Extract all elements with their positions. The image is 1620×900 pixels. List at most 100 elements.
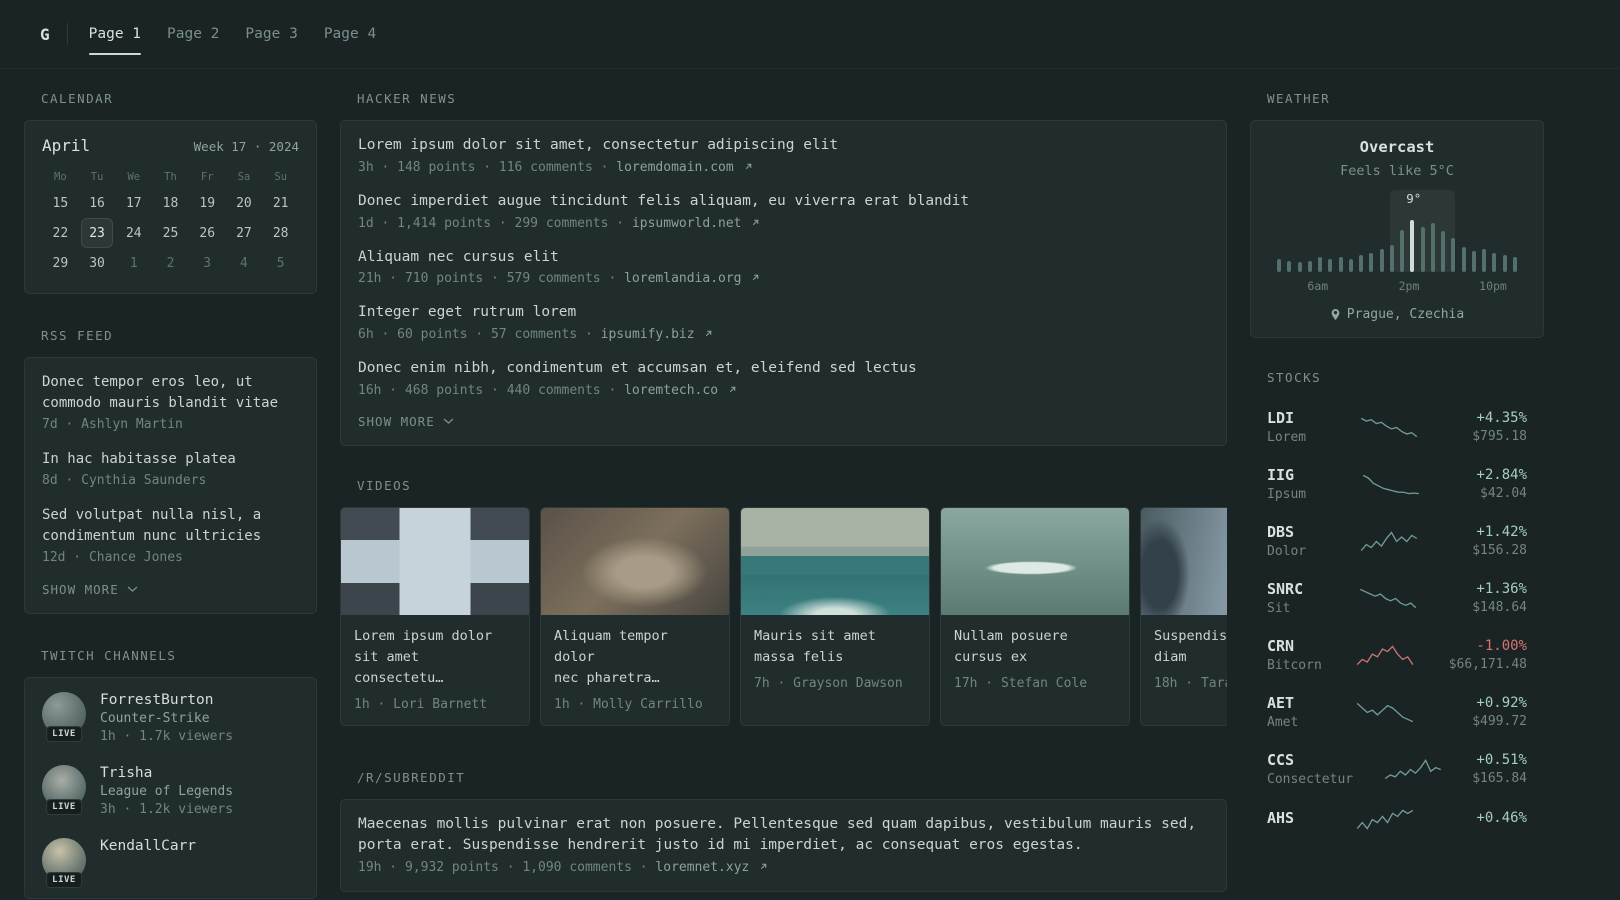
rss-item: Donec tempor eros leo, ut commodo mauris… <box>42 372 299 432</box>
video-thumbnail[interactable] <box>541 507 729 615</box>
channel-game[interactable]: Counter-Strike <box>100 711 233 726</box>
video-body: Aliquam tempor dolor nec pharetra… 1h · … <box>541 615 729 725</box>
page-tab[interactable]: Page 3 <box>245 26 297 42</box>
twitch-channel-row[interactable]: LIVE KendallCarr <box>42 838 299 888</box>
twitch-channel-row[interactable]: LIVE ForrestBurton Counter-Strike 1h · 1… <box>42 692 299 744</box>
weather-location: Prague, Czechia <box>1267 307 1527 322</box>
video-card[interactable]: Mauris sit amet massa felis 7h · Grayson… <box>740 506 930 726</box>
video-card[interactable]: Nullam posuere cursus ex 17h · Stefan Co… <box>940 506 1130 726</box>
page-tab[interactable]: Page 4 <box>324 26 376 42</box>
channel-avatar: LIVE <box>42 765 86 815</box>
calendar-day: 16 <box>89 195 105 211</box>
weather-bar <box>1369 253 1374 272</box>
video-card[interactable]: Aliquam tempor dolor nec pharetra… 1h · … <box>540 506 730 726</box>
stock-row[interactable]: SNRC Sit +1.36% $148.64 <box>1250 570 1544 627</box>
video-thumbnail[interactable] <box>1141 507 1227 615</box>
video-title[interactable]: Nullam posuere cursus ex <box>954 626 1116 668</box>
rss-item-meta: 8d · Cynthia Saunders <box>42 473 207 488</box>
stock-ticker[interactable]: SNRC <box>1267 580 1303 598</box>
left-column: CALENDAR April Week 17 · 2024 Mo Tu We Th Fr… <box>24 91 317 899</box>
calendar-days-grid: 15 16 17 18 19 20 21 22 23 24 25 26 27 28 29 30 1 2 3 4 5 <box>42 189 299 277</box>
video-title[interactable]: Suspendis diam <box>1154 626 1227 668</box>
hackernews-section-title: HACKER NEWS <box>357 91 457 106</box>
video-meta: 1h · Lori Barnett <box>354 696 488 712</box>
live-badge: LIVE <box>46 872 82 888</box>
axis-label-6am: 6am <box>1307 279 1329 293</box>
stock-name: Sit <box>1267 601 1291 616</box>
stock-row[interactable]: CRN Bitcorn -1.00% $66,171.48 <box>1250 627 1544 684</box>
rss-item-title[interactable]: Sed volutpat nulla nisl, a condimentum n… <box>42 505 299 547</box>
rss-show-more-button[interactable]: SHOW MORE <box>42 582 138 597</box>
stock-row[interactable]: AET Amet +0.92% $499.72 <box>1250 684 1544 741</box>
stock-row[interactable]: AHS +0.46% <box>1250 798 1544 842</box>
video-title[interactable]: Aliquam tempor dolor nec pharetra… <box>554 626 716 689</box>
page-tab[interactable]: Page 1 <box>88 26 142 55</box>
video-thumbnail[interactable] <box>741 507 929 615</box>
subreddit-post-title[interactable]: Maecenas mollis pulvinar erat non posuer… <box>358 814 1209 858</box>
calendar-day: 27 <box>236 225 252 241</box>
hn-item-domain[interactable]: loremdomain.com <box>616 160 733 175</box>
hn-item-title[interactable]: Aliquam nec cursus elit <box>358 247 1209 269</box>
stock-ticker[interactable]: LDI <box>1267 409 1306 427</box>
hackernews-show-more-button[interactable]: SHOW MORE <box>358 414 454 429</box>
hn-item-title[interactable]: Donec enim nibh, condimentum et accumsan… <box>358 358 1209 380</box>
hn-item-title[interactable]: Donec imperdiet augue tincidunt felis al… <box>358 191 1209 213</box>
video-card[interactable]: Lorem ipsum dolor sit amet consectetu… 1… <box>340 506 530 726</box>
hn-item-stats: 16h · 468 points · 440 comments · <box>358 382 617 398</box>
stock-identity: LDI Lorem <box>1267 409 1306 445</box>
stock-ticker[interactable]: CRN <box>1267 637 1322 655</box>
stock-ticker[interactable]: AHS <box>1267 809 1294 827</box>
calendar-day: 28 <box>272 225 289 241</box>
video-body: Mauris sit amet massa felis 7h · Grayson… <box>741 615 929 704</box>
stock-row[interactable]: CCS Consectetur +0.51% $165.84 <box>1250 741 1544 798</box>
weather-bars <box>1277 216 1517 272</box>
stock-change: +0.46% <box>1476 810 1527 826</box>
video-title[interactable]: Mauris sit amet massa felis <box>754 626 916 668</box>
header-divider <box>66 23 68 45</box>
weather-bar <box>1307 261 1312 272</box>
calendar-weekday-row: Mo Tu We Th Fr Sa Su <box>42 165 299 189</box>
subreddit-post: Maecenas mollis pulvinar erat non posuer… <box>358 814 1209 876</box>
external-link-icon <box>706 330 712 337</box>
hn-item-domain[interactable]: loremlandia.org <box>624 271 741 286</box>
stock-price: $499.72 <box>1472 714 1527 729</box>
weather-bar <box>1277 259 1281 272</box>
video-card[interactable]: Suspendis diam 18h · Tara <box>1140 506 1227 726</box>
stock-row[interactable]: IIG Ipsum +2.84% $42.04 <box>1250 456 1544 513</box>
calendar-day: 29 <box>52 255 69 271</box>
stock-ticker[interactable]: IIG <box>1267 466 1306 484</box>
calendar-day: 15 <box>52 195 69 211</box>
twitch-channel-row[interactable]: LIVE Trisha League of Legends 3h · 1.2k … <box>42 765 299 817</box>
stock-identity: SNRC Sit <box>1267 580 1303 616</box>
rss-item-title[interactable]: Donec tempor eros leo, ut commodo mauris… <box>42 372 299 414</box>
external-link-icon <box>753 274 759 281</box>
channel-avatar: LIVE <box>42 692 86 742</box>
hn-item-domain[interactable]: ipsumworld.net <box>632 216 742 231</box>
hn-item-title[interactable]: Integer eget rutrum lorem <box>358 302 1209 324</box>
video-thumbnail[interactable] <box>941 507 1129 615</box>
calendar-day: 4 <box>240 255 248 271</box>
rss-item-title[interactable]: In hac habitasse platea <box>42 449 299 470</box>
external-link-icon <box>745 163 751 169</box>
channel-game[interactable]: League of Legends <box>100 784 233 799</box>
channel-name[interactable]: KendallCarr <box>100 838 196 854</box>
stock-ticker[interactable]: DBS <box>1267 523 1306 541</box>
hn-item-title[interactable]: Lorem ipsum dolor sit amet, consectetur … <box>358 135 1209 157</box>
page-tab[interactable]: Page 2 <box>167 26 219 42</box>
channel-name[interactable]: Trisha <box>100 765 233 781</box>
video-title[interactable]: Lorem ipsum dolor sit amet consectetu… <box>354 626 516 689</box>
right-column: WEATHER Overcast Feels like 5°C 9° 6am 2… <box>1250 91 1544 842</box>
hn-item-domain[interactable]: ipsumify.biz <box>601 327 695 342</box>
stock-ticker[interactable]: CCS <box>1267 751 1353 769</box>
channel-name[interactable]: ForrestBurton <box>100 692 233 708</box>
subreddit-post-domain[interactable]: loremnet.xyz <box>655 860 749 875</box>
video-meta: 18h · Tara <box>1154 675 1227 691</box>
channel-info: KendallCarr <box>100 838 196 882</box>
stock-ticker[interactable]: AET <box>1267 694 1298 712</box>
stock-row[interactable]: LDI Lorem +4.35% $795.18 <box>1250 399 1544 456</box>
hn-item-domain[interactable]: loremtech.co <box>624 383 718 398</box>
video-thumbnail[interactable] <box>341 507 529 615</box>
app-logo[interactable]: G <box>40 25 50 44</box>
calendar-day: 22 <box>52 225 69 241</box>
stock-row[interactable]: DBS Dolor +1.42% $156.28 <box>1250 513 1544 570</box>
